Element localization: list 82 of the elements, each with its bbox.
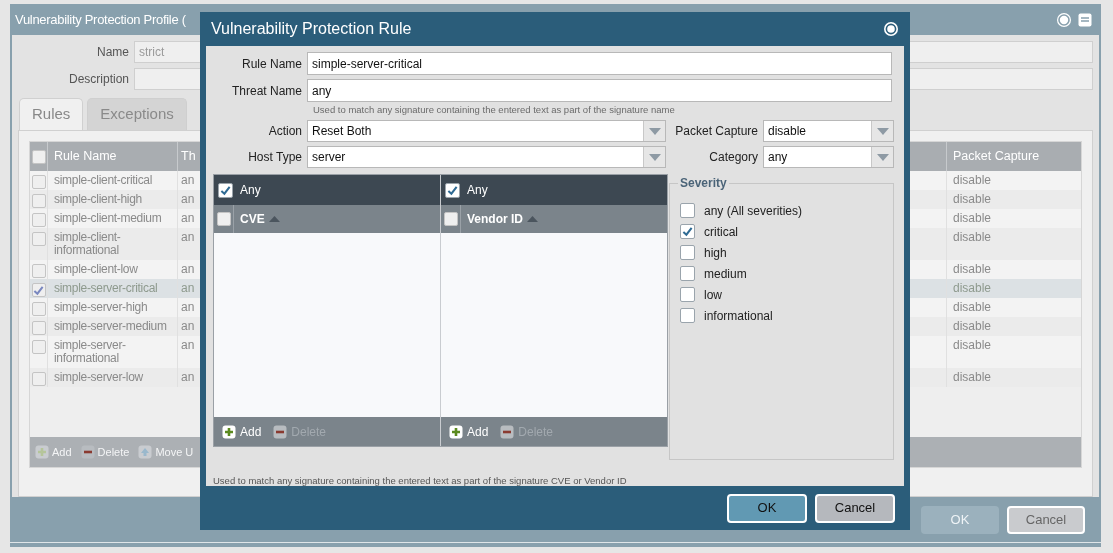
table-cell-text: disable bbox=[952, 369, 993, 386]
checkbox[interactable] bbox=[31, 372, 46, 386]
dialog-button[interactable]: OK bbox=[727, 493, 807, 523]
field-label: Action bbox=[267, 123, 303, 140]
checkbox[interactable] bbox=[31, 194, 46, 208]
table-cell-text: disable bbox=[952, 191, 993, 208]
field-label: Packet Capture bbox=[674, 123, 759, 140]
select-field[interactable]: Reset Both bbox=[307, 120, 666, 142]
caret-icon bbox=[648, 127, 661, 135]
field-label: Category bbox=[708, 149, 759, 166]
checkbox[interactable] bbox=[443, 212, 458, 226]
check-icon bbox=[220, 184, 231, 196]
minus-icon bbox=[273, 424, 288, 439]
tab[interactable]: Rules bbox=[19, 98, 84, 130]
plus-icon bbox=[222, 424, 236, 439]
threat-name-field[interactable]: any bbox=[307, 79, 892, 102]
checkbox[interactable] bbox=[31, 232, 46, 246]
dialog-title: Vulnerability Protection Rule bbox=[211, 19, 412, 39]
dialog-button[interactable]: Cancel bbox=[815, 493, 895, 523]
checkbox[interactable] bbox=[680, 287, 695, 302]
field-label: Name bbox=[96, 44, 130, 61]
column-header[interactable]: CVE bbox=[234, 210, 286, 228]
table-cell: simple-server-low bbox=[48, 368, 178, 387]
checkbox[interactable] bbox=[218, 182, 233, 198]
checkbox[interactable] bbox=[680, 245, 695, 260]
checkbox[interactable] bbox=[31, 264, 46, 278]
dialog-button[interactable]: Cancel bbox=[1007, 505, 1085, 534]
checkbox[interactable] bbox=[31, 283, 46, 297]
window-icon[interactable] bbox=[1078, 12, 1092, 27]
check-icon bbox=[33, 284, 44, 296]
table-cell-text: disable bbox=[952, 337, 993, 354]
select-field[interactable]: server bbox=[307, 146, 666, 168]
hint-text: Used to match any signature containing the entered text as part of the signature CVE or Vendor ID bbox=[213, 474, 628, 488]
plus-icon bbox=[35, 445, 49, 459]
dropdown-button[interactable] bbox=[643, 147, 665, 167]
sort-icon bbox=[268, 216, 280, 222]
table-cell-text: disable bbox=[952, 261, 993, 278]
field-label: Description bbox=[67, 71, 130, 88]
plus-icon bbox=[449, 424, 463, 439]
check-icon bbox=[682, 226, 693, 237]
tab[interactable]: Exceptions bbox=[87, 98, 187, 130]
rule-name-field[interactable]: simple-server-critical bbox=[307, 52, 892, 75]
field-label: Threat Name bbox=[230, 82, 303, 100]
severity-label: high bbox=[704, 244, 727, 262]
checkbox[interactable] bbox=[445, 182, 460, 198]
dropdown-button[interactable] bbox=[643, 121, 665, 141]
dropdown-button[interactable] bbox=[871, 147, 893, 167]
check-icon bbox=[447, 184, 458, 196]
toolbar-button[interactable]: Add bbox=[449, 422, 489, 441]
caret-icon bbox=[876, 127, 889, 135]
checkbox[interactable] bbox=[680, 203, 695, 218]
table-cell-text: disable bbox=[952, 299, 993, 316]
checkbox[interactable] bbox=[31, 213, 46, 227]
table-cell-text: disable bbox=[952, 318, 993, 335]
select-field[interactable]: any bbox=[763, 146, 894, 168]
checkbox[interactable] bbox=[680, 224, 695, 239]
dialog-title: Vulnerability Protection Profile ( bbox=[15, 10, 186, 29]
table-cell-text: disable bbox=[952, 229, 993, 246]
select-field[interactable]: disable bbox=[763, 120, 894, 142]
minus-icon bbox=[500, 424, 515, 439]
table-cell-text: disable bbox=[952, 172, 993, 189]
checkbox[interactable] bbox=[31, 340, 46, 354]
table-cell-text: disable bbox=[952, 280, 993, 297]
hint-text: Used to match any signature containing the entered text as part of the signature name bbox=[313, 103, 676, 116]
caret-icon bbox=[648, 153, 661, 161]
checkbox[interactable] bbox=[216, 212, 231, 226]
sort-icon bbox=[527, 216, 538, 222]
checkbox[interactable] bbox=[31, 175, 46, 189]
up-arrow-icon bbox=[138, 445, 153, 459]
checkbox[interactable] bbox=[31, 149, 46, 164]
column-header[interactable]: Packet Capture bbox=[947, 142, 1081, 171]
checkbox[interactable] bbox=[680, 308, 695, 323]
field-label: Rule Name bbox=[240, 55, 303, 73]
caret-icon bbox=[876, 153, 889, 161]
table-cell-text: disable bbox=[952, 210, 993, 227]
checkbox[interactable] bbox=[31, 321, 46, 335]
minus-icon bbox=[80, 445, 95, 459]
toolbar-button[interactable]: Add bbox=[222, 422, 262, 441]
field-label: Host Type bbox=[247, 149, 303, 166]
dropdown-button[interactable] bbox=[871, 121, 893, 141]
checkbox[interactable] bbox=[680, 266, 695, 281]
checkbox[interactable] bbox=[31, 302, 46, 316]
